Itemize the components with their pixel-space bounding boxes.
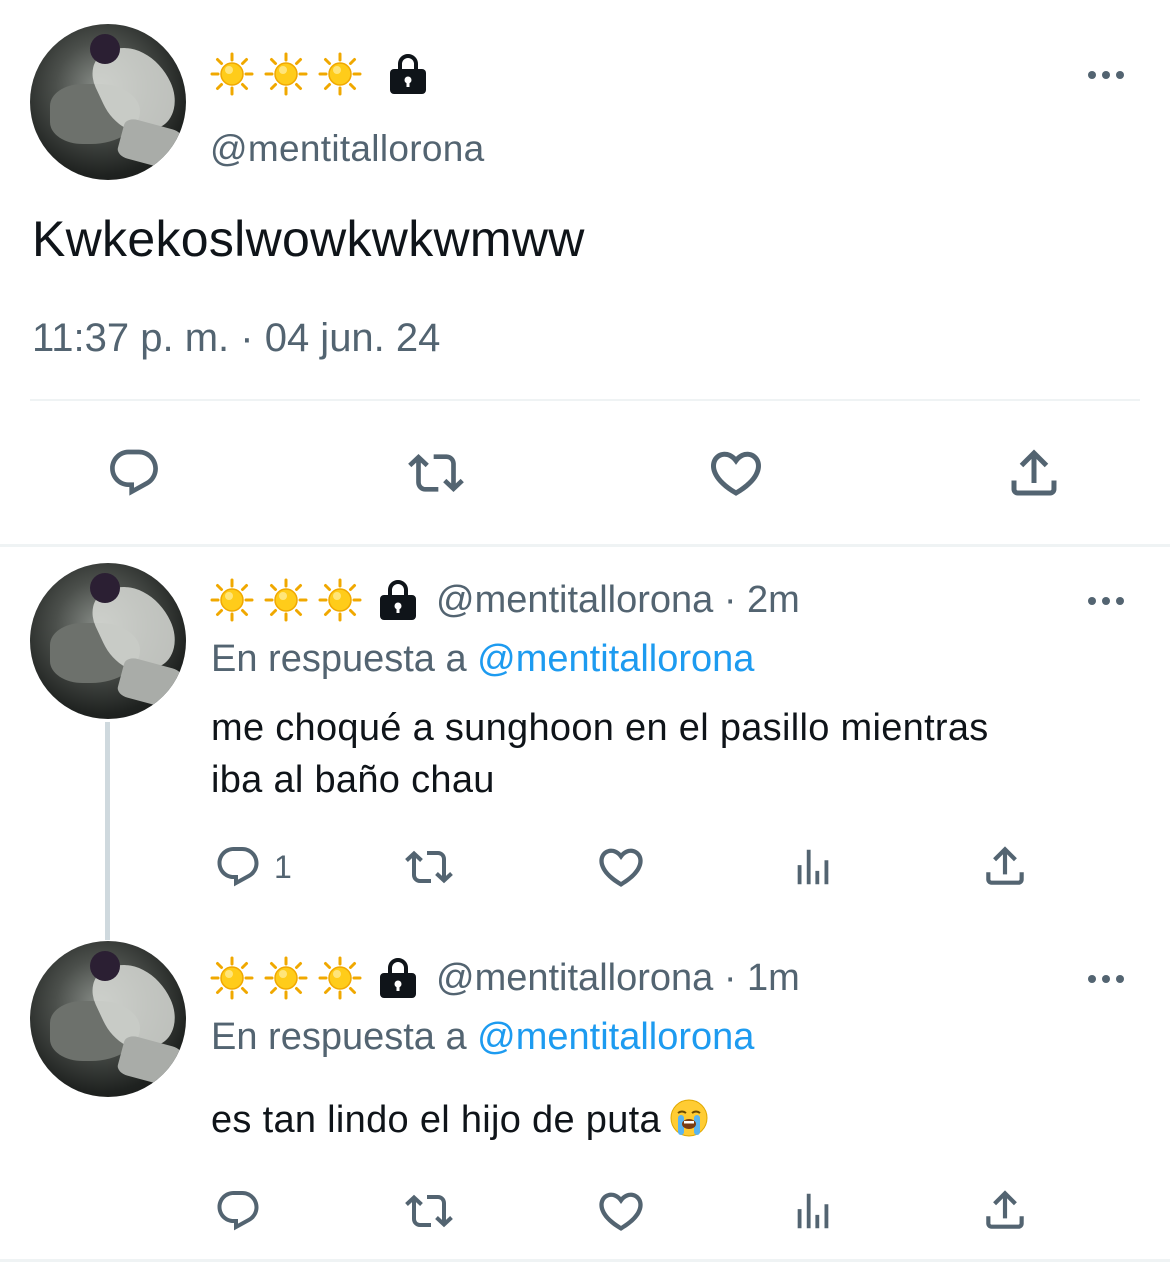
views-icon[interactable] bbox=[790, 843, 836, 891]
tweet-text: me choqué a sunghoon en el pasillo mient… bbox=[211, 702, 989, 806]
reply-count: 1 bbox=[274, 849, 292, 885]
avatar[interactable] bbox=[30, 941, 186, 1097]
reply-icon[interactable] bbox=[214, 843, 262, 891]
like-icon[interactable] bbox=[595, 841, 647, 893]
sun-icon bbox=[318, 956, 362, 1000]
divider bbox=[30, 399, 1140, 401]
lock-icon bbox=[378, 578, 418, 622]
replying-prefix: En respuesta a bbox=[211, 638, 478, 680]
replying-prefix: En respuesta a bbox=[211, 1016, 478, 1058]
sun-icon bbox=[264, 956, 308, 1000]
sun-icon bbox=[210, 52, 254, 96]
mention-link[interactable]: @mentitallorona bbox=[477, 1016, 754, 1058]
reply-header: @mentitallorona · 1m bbox=[210, 956, 800, 1000]
tweet-text-content: es tan lindo el hijo de puta bbox=[211, 1099, 661, 1141]
tweet-text: Kwkekoslwowkwkwmww bbox=[32, 211, 585, 267]
avatar[interactable] bbox=[30, 24, 186, 180]
sun-icon bbox=[210, 578, 254, 622]
share-icon[interactable] bbox=[1004, 443, 1064, 503]
tweet-timestamp[interactable]: 11:37 p. m. · 04 jun. 24 bbox=[32, 316, 440, 361]
sun-icon bbox=[318, 52, 362, 96]
retweet-icon[interactable] bbox=[400, 843, 458, 891]
loudly-crying-face-icon bbox=[670, 1099, 708, 1137]
thread-connector bbox=[105, 722, 110, 940]
retweet-icon[interactable] bbox=[404, 445, 468, 501]
lock-icon bbox=[378, 956, 418, 1000]
retweet-icon[interactable] bbox=[400, 1187, 458, 1235]
like-icon[interactable] bbox=[706, 443, 766, 503]
more-options-icon[interactable] bbox=[1088, 594, 1128, 606]
replying-to: En respuesta a @mentitallorona bbox=[211, 638, 754, 681]
reply-header: @mentitallorona · 2m bbox=[210, 578, 800, 622]
handle-and-time[interactable]: @mentitallorona · 2m bbox=[436, 579, 800, 622]
sun-icon bbox=[210, 956, 254, 1000]
more-options-icon[interactable] bbox=[1088, 972, 1128, 984]
more-options-icon[interactable] bbox=[1088, 68, 1128, 80]
reply-icon[interactable] bbox=[106, 445, 162, 501]
share-icon[interactable] bbox=[980, 1185, 1030, 1235]
lock-icon bbox=[388, 52, 428, 96]
sun-icon bbox=[264, 52, 308, 96]
avatar[interactable] bbox=[30, 563, 186, 719]
tweet-text: es tan lindo el hijo de puta bbox=[211, 1094, 709, 1146]
username-handle[interactable]: @mentitallorona bbox=[210, 128, 484, 170]
share-icon[interactable] bbox=[980, 841, 1030, 891]
like-icon[interactable] bbox=[595, 1185, 647, 1237]
reply-icon[interactable] bbox=[214, 1187, 262, 1235]
tweet-text-line: iba al baño chau bbox=[211, 759, 495, 801]
sun-icon bbox=[264, 578, 308, 622]
handle-and-time[interactable]: @mentitallorona · 1m bbox=[436, 957, 800, 1000]
views-icon[interactable] bbox=[790, 1187, 836, 1235]
divider bbox=[0, 1259, 1170, 1262]
sun-icon bbox=[318, 578, 362, 622]
tweet-text-line: me choqué a sunghoon en el pasillo mient… bbox=[211, 707, 989, 749]
mention-link[interactable]: @mentitallorona bbox=[477, 638, 754, 680]
display-name[interactable] bbox=[210, 52, 428, 96]
divider bbox=[0, 544, 1170, 547]
replying-to: En respuesta a @mentitallorona bbox=[211, 1016, 754, 1059]
